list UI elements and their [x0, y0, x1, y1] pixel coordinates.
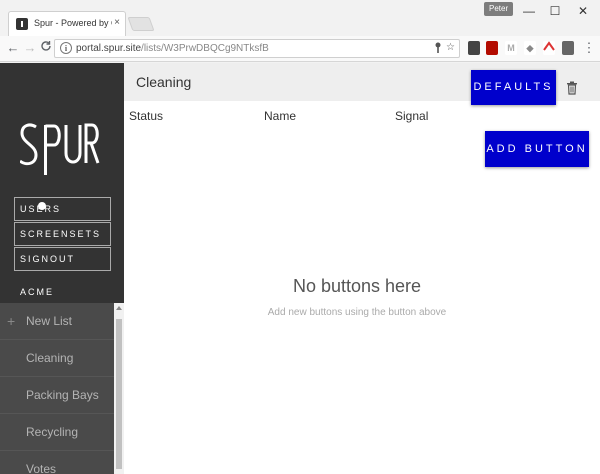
spur-favicon-icon: [16, 18, 28, 30]
sidebar-item-votes[interactable]: Votes: [0, 451, 114, 474]
new-tab-button[interactable]: [127, 17, 155, 31]
users-button[interactable]: USERS: [14, 197, 111, 221]
spur-logo: [20, 123, 100, 210]
evernote-extension-icon[interactable]: [468, 41, 480, 55]
minimize-button[interactable]: —: [516, 2, 542, 20]
forward-button[interactable]: →: [22, 40, 38, 56]
browser-titlebar: Spur - Powered by Contr × Peter — ☐ ✕: [0, 0, 600, 37]
add-button-button[interactable]: ADD BUTTON: [485, 131, 589, 167]
screensets-button[interactable]: SCREENSETS: [14, 222, 111, 246]
url-path: /lists/W3PrwDBQCg9NTksfB: [141, 43, 269, 54]
empty-state-subtitle: Add new buttons using the button above: [267, 307, 447, 318]
sidebar-item-recycling[interactable]: Recycling: [0, 414, 114, 451]
plus-icon: +: [7, 313, 16, 329]
profile-badge[interactable]: Peter: [484, 2, 514, 16]
trash-icon[interactable]: [566, 81, 578, 95]
close-window-button[interactable]: ✕: [570, 2, 596, 20]
org-name: ACME: [20, 287, 55, 297]
column-status: Status: [129, 109, 164, 123]
page-extension-icon[interactable]: [562, 41, 574, 55]
url-text[interactable]: portal.spur.site/lists/W3PrwDBQCg9NTksfB: [76, 43, 269, 54]
page-title: Cleaning: [136, 74, 192, 90]
dropbox-extension-icon[interactable]: ◆: [524, 41, 536, 55]
new-list-label: New List: [26, 314, 73, 328]
sidebar-item-packing-bays[interactable]: Packing Bays: [0, 377, 114, 414]
tab-close-icon[interactable]: ×: [114, 17, 120, 28]
main-content: Cleaning DEFAULTS Status Name Signal ADD…: [124, 63, 600, 474]
url-host: portal.spur.site: [76, 43, 142, 54]
gmail-extension-icon[interactable]: M: [505, 41, 517, 55]
tab-title: Spur - Powered by Contr: [34, 18, 112, 28]
info-icon[interactable]: i: [60, 42, 72, 54]
reload-button[interactable]: [38, 40, 54, 56]
sidebar-item-cleaning[interactable]: Cleaning: [0, 340, 114, 377]
address-bar[interactable]: i portal.spur.site/lists/W3PrwDBQCg9NTks…: [54, 39, 460, 58]
defaults-button[interactable]: DEFAULTS: [471, 70, 556, 105]
empty-state-title: No buttons here: [292, 276, 422, 296]
analytics-extension-icon[interactable]: [543, 41, 555, 55]
sidebar: USERS SCREENSETS SIGNOUT ACME + New List…: [0, 63, 124, 474]
back-button[interactable]: ←: [5, 40, 21, 56]
menu-icon[interactable]: ⋮: [581, 40, 597, 56]
reload-icon: [41, 41, 51, 51]
browser-tab[interactable]: Spur - Powered by Contr ×: [8, 11, 126, 37]
bookmark-star-icon[interactable]: ☆: [446, 42, 455, 53]
sidebar-scrollbar[interactable]: [114, 303, 124, 474]
column-signal: Signal: [395, 109, 429, 123]
maximize-button[interactable]: ☐: [542, 2, 568, 20]
list-nav: + New List Cleaning Packing Bays Recycli…: [0, 303, 124, 474]
signout-button[interactable]: SIGNOUT: [14, 247, 111, 271]
scroll-up-icon[interactable]: [116, 306, 122, 310]
new-list-button[interactable]: + New List: [0, 303, 114, 340]
scroll-thumb[interactable]: [116, 319, 122, 469]
key-icon[interactable]: [434, 42, 442, 57]
browser-toolbar: ← → i portal.spur.site/lists/W3PrwDBQCg9…: [0, 36, 600, 62]
column-name: Name: [264, 109, 297, 123]
adobe-pdf-extension-icon[interactable]: [486, 41, 498, 55]
